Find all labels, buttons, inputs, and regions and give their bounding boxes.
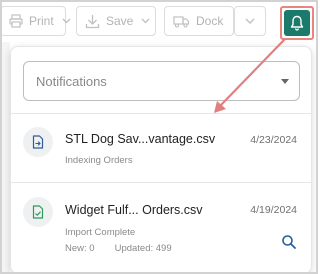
notification-date: 4/23/2024: [250, 134, 297, 146]
notifications-button[interactable]: [280, 6, 314, 40]
notification-title: Widget Fulf... Orders.csv: [65, 203, 203, 217]
notification-item[interactable]: Widget Fulf... Orders.csv 4/19/2024 Impo…: [11, 183, 311, 272]
download-icon: [85, 14, 100, 28]
print-icon: [9, 14, 23, 28]
file-import-icon: [23, 127, 53, 157]
notifications-filter-placeholder: Notifications: [36, 73, 107, 89]
save-button[interactable]: Save: [76, 6, 156, 36]
notifications-filter-select[interactable]: Notifications: [23, 61, 300, 101]
notification-date: 4/19/2024: [250, 204, 297, 216]
app-frame: Print Save Dock Notifications STL Dog Sa…: [0, 0, 318, 274]
notification-title: STL Dog Sav...vantage.csv: [65, 132, 216, 146]
chevron-down-icon: [245, 18, 255, 24]
toolbar: Print Save Dock: [2, 6, 274, 36]
search-icon[interactable]: [281, 234, 297, 250]
updated-count: Updated: 499: [114, 243, 172, 254]
dock-label: Dock: [196, 14, 224, 28]
notification-status: Indexing Orders: [65, 155, 133, 166]
notification-stats: New: 0 Updated: 499: [65, 243, 172, 254]
file-check-icon: [23, 197, 53, 227]
print-button[interactable]: Print: [2, 6, 71, 36]
notifications-panel: Notifications STL Dog Sav...vantage.csv …: [10, 46, 312, 272]
new-count: New: 0: [65, 243, 95, 254]
chevron-down-icon: [62, 18, 71, 24]
dock-button[interactable]: Dock: [164, 6, 234, 36]
background-page-edge: [2, 42, 10, 272]
chevron-down-icon: [141, 18, 150, 24]
print-label: Print: [29, 14, 54, 28]
save-label: Save: [106, 14, 134, 28]
more-options-button[interactable]: [234, 6, 266, 36]
caret-down-icon: [281, 79, 289, 84]
bell-icon: [290, 15, 304, 31]
notification-status: Import Complete: [65, 227, 136, 238]
truck-icon: [173, 15, 190, 28]
